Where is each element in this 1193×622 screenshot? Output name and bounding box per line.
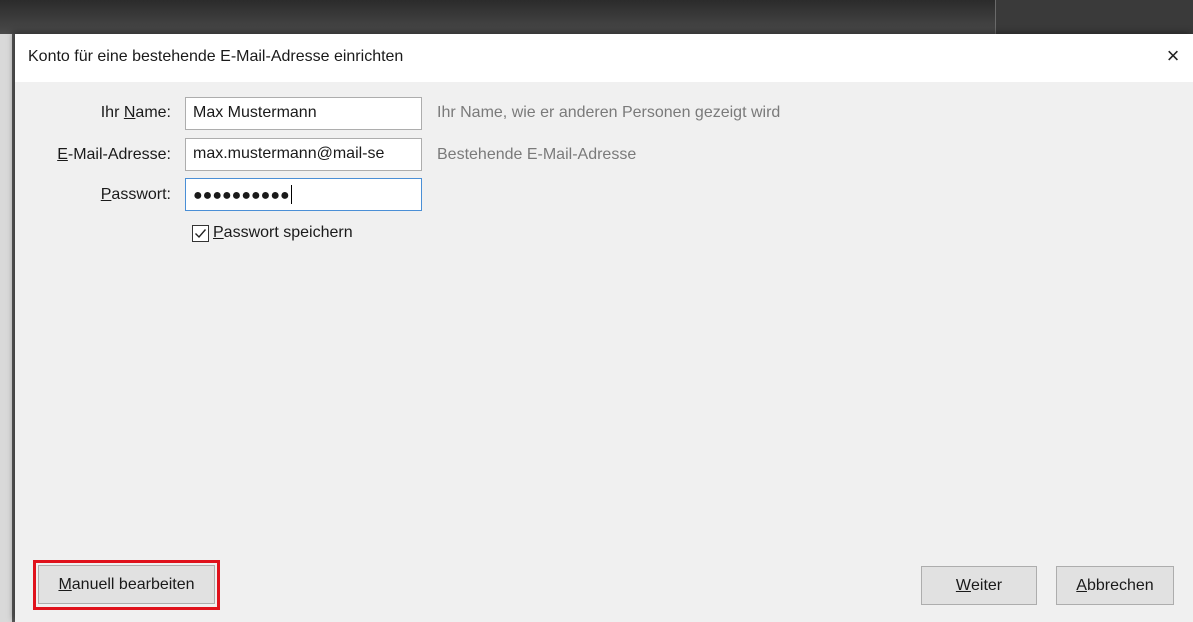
save-password-checkbox[interactable]: Passwort speichern (192, 224, 353, 242)
cancel-button[interactable]: Abbrechen (1056, 566, 1174, 605)
password-field[interactable]: ●●●●●●●●●● (185, 178, 422, 211)
email-label-rest: -Mail-Adresse: (67, 146, 171, 163)
save-password-accesskey: P (213, 224, 224, 241)
background-window-segment (995, 0, 1193, 34)
cancel-accesskey: A (1076, 576, 1087, 594)
save-password-label-rest: asswort speichern (223, 224, 353, 241)
name-hint: Ihr Name, wie er anderen Personen gezeig… (437, 104, 781, 121)
password-label: Passwort: (15, 186, 171, 204)
close-button[interactable]: × (1155, 38, 1191, 74)
highlight-annotation (33, 560, 220, 610)
name-field[interactable]: Max Mustermann (185, 97, 422, 130)
name-label: Ihr Name: (15, 104, 171, 122)
background-window-strip (0, 0, 1193, 34)
password-label-accesskey: P (100, 186, 112, 203)
next-label-rest: eiter (970, 576, 1003, 594)
checkbox-box[interactable] (192, 224, 209, 242)
close-icon: × (1166, 43, 1180, 68)
email-hint: Bestehende E-Mail-Adresse (437, 146, 637, 163)
email-label-accesskey: E (57, 146, 68, 163)
background-window-edge (0, 34, 15, 622)
email-field[interactable]: max.mustermann@mail-se (185, 138, 422, 171)
dialog-title: Konto für eine bestehende E-Mail-Adresse… (28, 48, 404, 65)
checkmark-icon (195, 228, 207, 238)
next-button[interactable]: Weiter (921, 566, 1037, 605)
name-label-rest: ame: (135, 104, 171, 121)
text-caret (290, 185, 292, 204)
name-label-accesskey: N (123, 104, 136, 121)
password-label-rest: asswort: (111, 186, 171, 203)
email-label: E-Mail-Adresse: (15, 146, 171, 164)
password-masked-value: ●●●●●●●●●● (193, 187, 290, 204)
next-accesskey: W (955, 576, 971, 594)
name-label-prefix: Ihr (100, 104, 124, 121)
account-setup-dialog: Konto für eine bestehende E-Mail-Adresse… (15, 34, 1193, 622)
save-password-label: Passwort speichern (213, 224, 353, 242)
dialog-titlebar: Konto für eine bestehende E-Mail-Adresse… (15, 34, 1193, 82)
cancel-label-rest: bbrechen (1086, 576, 1154, 594)
